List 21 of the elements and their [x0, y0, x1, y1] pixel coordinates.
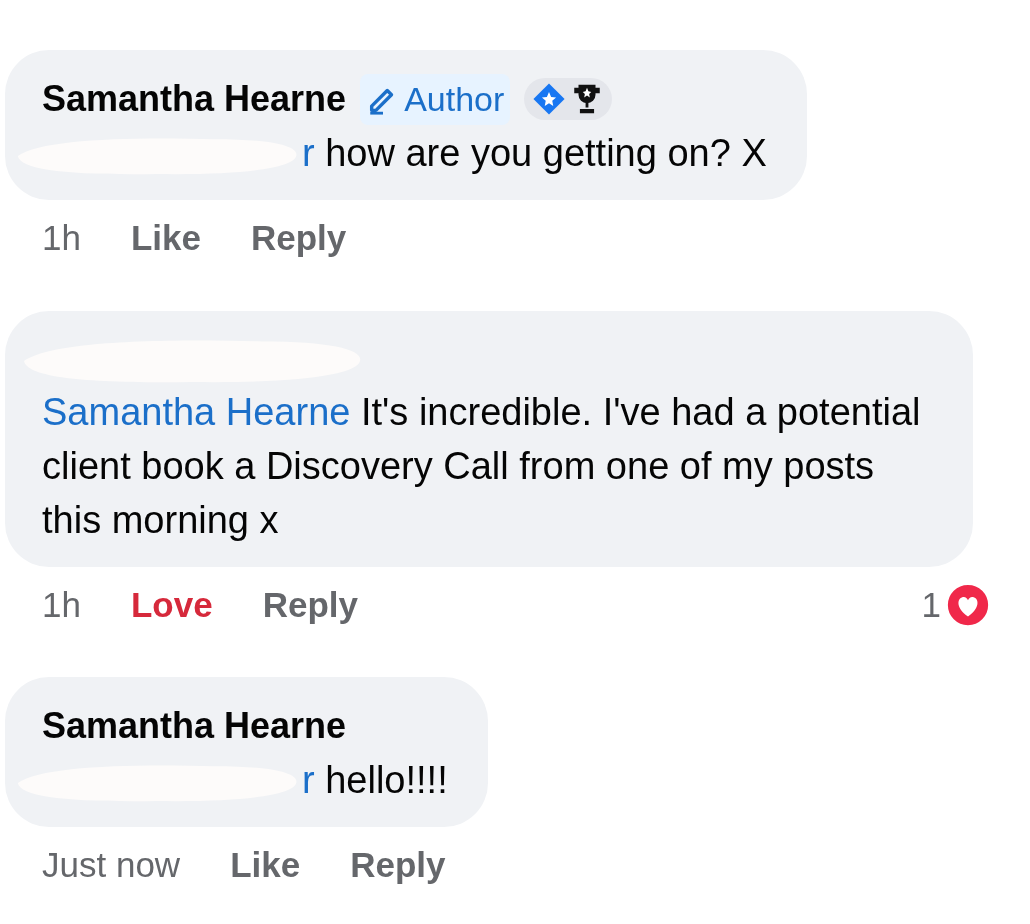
comment-time: 1h — [42, 583, 81, 626]
mention-link[interactable]: Samantha Hearne — [42, 390, 351, 433]
comment-time: Just now — [42, 844, 181, 886]
author-badge: Author — [360, 73, 511, 125]
comment-text: Samantha Hearne It's incredible. I've had a potential client book a Discovery Call from one of my posts this morning x — [42, 389, 922, 543]
star-diamond-icon — [532, 82, 567, 116]
comment-time: 1h — [42, 217, 81, 259]
reply-link[interactable]: Reply — [262, 578, 358, 631]
reaction-link[interactable]: Like — [130, 212, 201, 265]
author-name[interactable]: Samantha Hearne — [42, 72, 347, 126]
reaction-count: 1 — [921, 583, 941, 626]
reply-link[interactable]: Reply — [251, 212, 347, 265]
achievement-badges[interactable] — [524, 78, 613, 120]
mention-link[interactable]: r — [302, 132, 315, 174]
reply-link[interactable]: Reply — [350, 839, 446, 892]
mention-link[interactable]: r — [302, 759, 315, 801]
author-name[interactable]: Samantha Hearne — [42, 699, 347, 753]
reaction-link[interactable]: Love — [130, 578, 213, 631]
comment-text: r hello!!!! — [42, 753, 448, 807]
comment-text: r how are you getting on? X — [42, 126, 767, 180]
reaction-link[interactable]: Like — [230, 839, 301, 892]
